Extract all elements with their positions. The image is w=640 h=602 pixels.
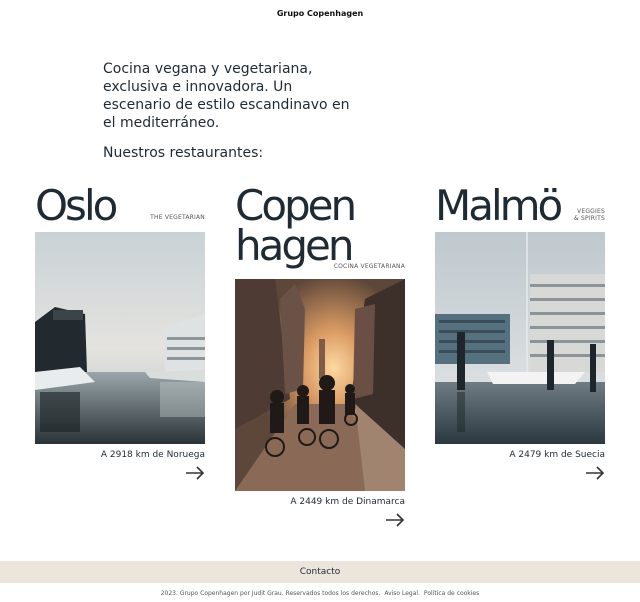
footer-legal: 2023. Grupo Copenhagen por Judit Grau. R… bbox=[0, 590, 640, 597]
restaurant-photo[interactable] bbox=[235, 279, 405, 491]
restaurant-photo[interactable] bbox=[35, 232, 205, 444]
restaurant-photo[interactable] bbox=[435, 232, 605, 444]
intro-text: Cocina vegana y vegetariana, exclusiva e… bbox=[103, 61, 350, 131]
arrow-right-icon[interactable] bbox=[585, 465, 605, 480]
brand-title[interactable]: Grupo Copenhagen bbox=[0, 9, 640, 18]
copyright-text: 2023. Grupo Copenhagen por Judit Grau. R… bbox=[160, 590, 381, 597]
contact-button[interactable]: Contacto bbox=[0, 561, 640, 583]
restaurant-card-oslo: Oslo THE VEGETARIAN A 2918 km de Noruega bbox=[35, 185, 205, 486]
intro-section: Cocina vegana y vegetariana, exclusiva e… bbox=[103, 60, 363, 162]
restaurant-distance: A 2449 km de Dinamarca bbox=[290, 497, 405, 507]
restaurant-tagline: THE VEGETARIAN bbox=[150, 214, 205, 221]
malmo-marina-image bbox=[435, 232, 605, 444]
arrow-right-icon[interactable] bbox=[185, 465, 205, 480]
copenhagen-street-image bbox=[235, 279, 405, 491]
restaurant-tagline: VEGGIES & SPIRITS bbox=[574, 208, 605, 222]
oslo-harbor-image bbox=[35, 232, 205, 444]
legal-notice-link[interactable]: Aviso Legal. bbox=[384, 590, 420, 597]
restaurant-tagline: COCINA VEGETARIANA bbox=[333, 263, 405, 270]
restaurant-card-malmo: Malmö VEGGIES & SPIRITS A 2479 km de Sue… bbox=[435, 185, 605, 486]
restaurant-card-copenhagen: Copen hagen COCINA VEGETARIANA A 2449 km… bbox=[235, 181, 405, 536]
restaurant-distance: A 2479 km de Suecia bbox=[509, 450, 605, 460]
restaurant-distance: A 2918 km de Noruega bbox=[100, 450, 205, 460]
cookies-policy-link[interactable]: Política de cookies bbox=[424, 590, 479, 597]
restaurant-name: Copen hagen bbox=[235, 181, 357, 270]
arrow-right-icon[interactable] bbox=[385, 512, 405, 527]
restaurants-heading: Nuestros restaurantes: bbox=[103, 145, 264, 161]
